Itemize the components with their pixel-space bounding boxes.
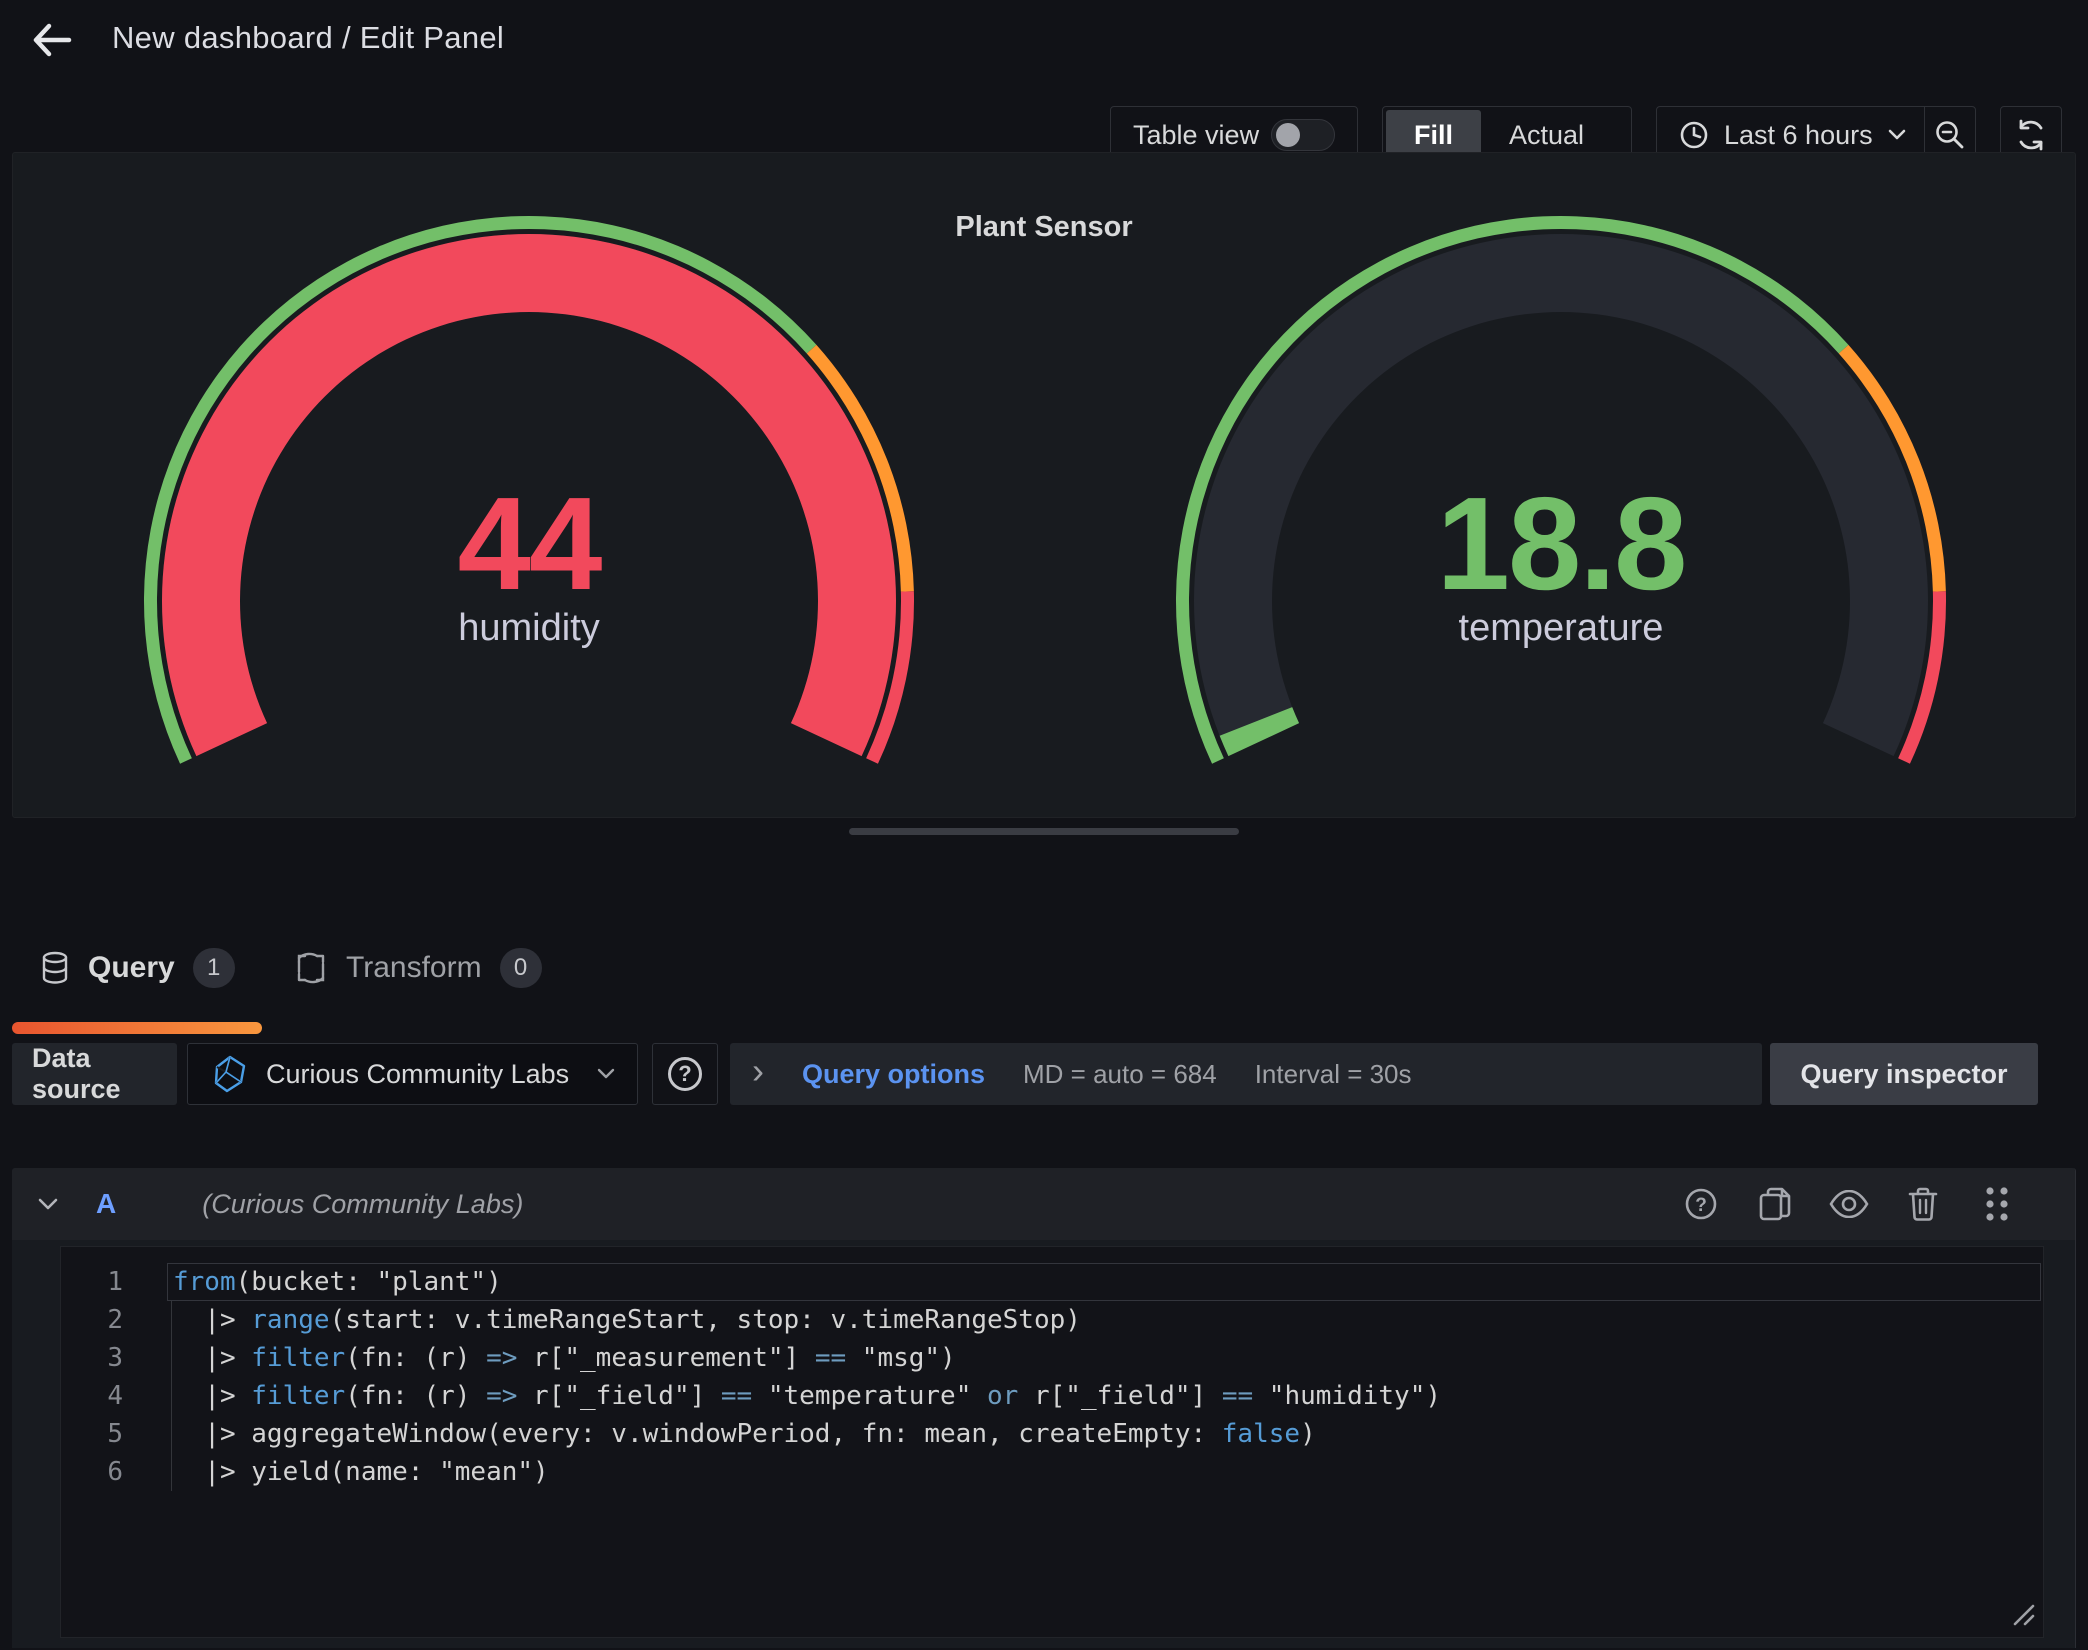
svg-text:?: ?: [1695, 1195, 1707, 1216]
panel-resize-handle[interactable]: [849, 828, 1239, 835]
code-text: |> filter(fn: (r) => r["_measurement"] =…: [169, 1343, 956, 1373]
code-line: 6 |> yield(name: "mean"): [61, 1453, 2043, 1491]
delete-query-button[interactable]: [1901, 1182, 1945, 1226]
datasource-help-button[interactable]: ?: [652, 1043, 718, 1105]
copy-icon: [1758, 1186, 1792, 1222]
gauge-value-temperature: 18.8: [1251, 474, 1871, 614]
arrow-left-icon: [29, 17, 75, 63]
query-options-bar[interactable]: › Query options MD = auto = 684 Interval…: [730, 1043, 1762, 1105]
toggle-visibility-button[interactable]: [1827, 1182, 1871, 1226]
tab-transform[interactable]: Transform 0: [294, 930, 542, 1006]
page-title: New dashboard / Edit Panel: [112, 20, 504, 56]
datasource-name: Curious Community Labs: [266, 1059, 579, 1090]
gauge-label-temperature: temperature: [1251, 602, 1871, 654]
code-text: |> aggregateWindow(every: v.windowPeriod…: [169, 1419, 1316, 1449]
table-view-toggle[interactable]: [1271, 119, 1335, 151]
code-line: 4 |> filter(fn: (r) => r["_field"] == "t…: [61, 1377, 2043, 1415]
chevron-down-icon: [1888, 129, 1906, 141]
interval-text: Interval = 30s: [1255, 1059, 1412, 1090]
toggle-knob: [1276, 123, 1300, 147]
query-row-header: A (Curious Community Labs) ?: [12, 1168, 2075, 1240]
max-data-points-text: MD = auto = 684: [1023, 1059, 1217, 1090]
code-text: from(bucket: "plant"): [169, 1267, 502, 1297]
help-circle-icon: ?: [1683, 1186, 1719, 1222]
tab-transform-label: Transform: [346, 951, 482, 985]
query-help-button[interactable]: ?: [1679, 1182, 1723, 1226]
chevron-right-icon: ›: [752, 1056, 764, 1086]
table-view-label: Table view: [1133, 120, 1259, 151]
editor-resize-grip[interactable]: [2003, 1594, 2037, 1633]
line-number: 3: [61, 1343, 169, 1373]
code-line: 2 |> range(start: v.timeRangeStart, stop…: [61, 1301, 2043, 1339]
code-line: 3 |> filter(fn: (r) => r["_measurement"]…: [61, 1339, 2043, 1377]
code-text: |> filter(fn: (r) => r["_field"] == "tem…: [169, 1381, 1441, 1411]
line-number: 2: [61, 1305, 169, 1335]
tab-transform-count-badge: 0: [500, 948, 542, 988]
query-datasource-hint: (Curious Community Labs): [202, 1189, 523, 1220]
code-line: 5 |> aggregateWindow(every: v.windowPeri…: [61, 1415, 2043, 1453]
code-text: |> range(start: v.timeRangeStart, stop: …: [169, 1305, 1081, 1335]
collapse-query-button[interactable]: [36, 1196, 72, 1212]
transform-icon: [294, 951, 328, 985]
refresh-icon: [2014, 118, 2048, 152]
trash-icon: [1907, 1186, 1939, 1222]
grip-dots-icon: [1984, 1185, 2010, 1223]
question-circle-icon: ?: [668, 1057, 702, 1091]
time-range-label: Last 6 hours: [1724, 120, 1873, 151]
line-number: 4: [61, 1381, 169, 1411]
influxdb-logo-icon: [212, 1055, 248, 1093]
eye-icon: [1829, 1190, 1869, 1218]
database-icon: [40, 951, 70, 985]
back-button[interactable]: [26, 14, 78, 66]
gauge-label-humidity: humidity: [219, 602, 839, 654]
query-inspector-button[interactable]: Query inspector: [1770, 1043, 2038, 1105]
line-number: 5: [61, 1419, 169, 1449]
panel-plant-sensor: Plant Sensor 44 humidity 18.8 temperatur…: [12, 152, 2076, 818]
zoom-out-icon: [1934, 119, 1966, 151]
clock-icon: [1679, 120, 1709, 150]
chevron-down-icon: [597, 1068, 615, 1080]
line-number: 6: [61, 1457, 169, 1487]
line-number: 1: [61, 1267, 169, 1297]
query-options-link[interactable]: Query options: [802, 1059, 985, 1090]
query-editor-row: A (Curious Community Labs) ?: [12, 1168, 2076, 1648]
tab-query[interactable]: Query 1: [40, 930, 235, 1006]
datasource-select[interactable]: Curious Community Labs: [187, 1043, 638, 1105]
resize-grip-icon: [2003, 1594, 2037, 1628]
chevron-down-icon: [36, 1196, 60, 1212]
grafana-edit-panel-screen: New dashboard / Edit Panel Table view Fi…: [0, 0, 2088, 1650]
flux-code-editor[interactable]: 1from(bucket: "plant")2 |> range(start: …: [60, 1246, 2044, 1638]
datasource-label: Data source: [12, 1043, 177, 1105]
duplicate-query-button[interactable]: [1753, 1182, 1797, 1226]
tab-query-count-badge: 1: [193, 948, 235, 988]
active-tab-indicator: [12, 1022, 262, 1034]
code-line: 1from(bucket: "plant"): [61, 1263, 2043, 1301]
code-lines: 1from(bucket: "plant")2 |> range(start: …: [61, 1263, 2043, 1491]
code-text: |> yield(name: "mean"): [169, 1457, 549, 1487]
query-ref-id: A: [96, 1188, 116, 1220]
gauge-value-humidity: 44: [219, 474, 839, 614]
drag-query-handle[interactable]: [1975, 1182, 2019, 1226]
query-row-actions: ?: [1679, 1182, 2019, 1226]
tab-query-label: Query: [88, 951, 175, 985]
